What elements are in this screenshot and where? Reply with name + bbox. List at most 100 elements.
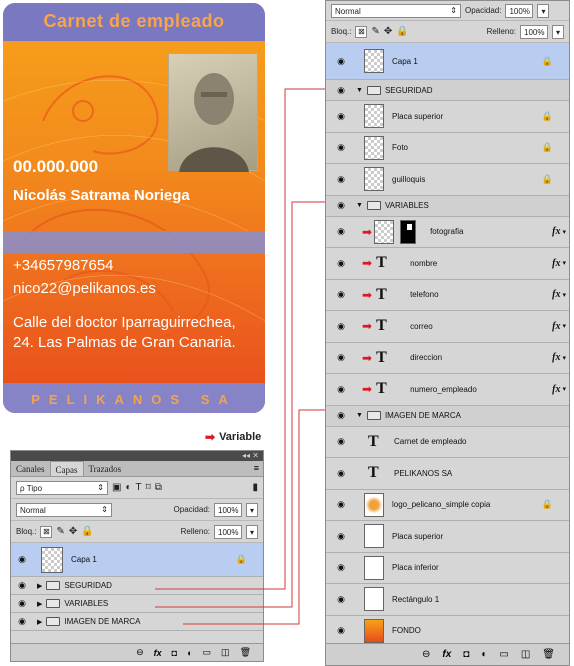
link-layers-icon[interactable]: ⊖: [422, 649, 430, 660]
opacity-input[interactable]: 100%: [214, 502, 242, 517]
tab-paths[interactable]: Trazados: [84, 461, 127, 476]
add-mask-icon[interactable]: ◘: [172, 648, 177, 658]
trash-icon[interactable]: 🗑: [240, 647, 251, 658]
layer-row[interactable]: ◉ T PELIKANOS SA: [326, 458, 569, 490]
visibility-eye-icon[interactable]: ◉: [326, 85, 356, 96]
visibility-eye-icon[interactable]: ◉: [326, 436, 356, 447]
visibility-eye-icon[interactable]: ◉: [11, 616, 33, 627]
add-mask-icon[interactable]: ◘: [463, 649, 469, 660]
layer-row[interactable]: ◉ ➡ T correo fx ▾: [326, 311, 569, 343]
fill-input[interactable]: 100%: [520, 24, 548, 39]
visibility-eye-icon[interactable]: ◉: [11, 598, 33, 609]
group-row[interactable]: ◉ ▶ VARIABLES: [11, 595, 263, 613]
visibility-eye-icon[interactable]: ◉: [326, 226, 356, 237]
filter-dropdown[interactable]: ρ Tipo ⇕: [16, 480, 108, 495]
layer-row[interactable]: ◉ ➡ fotografia fx ▾: [326, 217, 569, 248]
layer-row[interactable]: ◉ Capa 1 🔒: [11, 543, 263, 577]
fx-icon[interactable]: fx: [552, 352, 560, 363]
visibility-eye-icon[interactable]: ◉: [11, 554, 33, 565]
layer-row[interactable]: ◉ Placa superior: [326, 521, 569, 553]
visibility-eye-icon[interactable]: ◉: [326, 321, 356, 332]
layer-row[interactable]: ◉ Foto 🔒: [326, 133, 569, 164]
lock-move-icon[interactable]: ✥: [384, 26, 392, 37]
expand-triangle-icon[interactable]: ▶: [37, 600, 42, 608]
visibility-eye-icon[interactable]: ◉: [326, 111, 356, 122]
new-group-icon[interactable]: ▭: [499, 649, 508, 660]
visibility-eye-icon[interactable]: ◉: [326, 384, 356, 395]
tab-channels[interactable]: Canales: [11, 461, 50, 476]
fx-icon[interactable]: fx: [552, 258, 560, 269]
fill-input[interactable]: 100%: [214, 524, 242, 539]
visibility-eye-icon[interactable]: ◉: [326, 499, 356, 510]
group-row[interactable]: ◉ ▶ IMAGEN DE MARCA: [11, 613, 263, 631]
visibility-eye-icon[interactable]: ◉: [326, 625, 356, 636]
layer-row[interactable]: ◉ ➡ T telefono fx ▾: [326, 280, 569, 311]
type-filter-icon[interactable]: T: [136, 482, 142, 493]
layer-row[interactable]: ◉ Placa inferior: [326, 553, 569, 584]
visibility-eye-icon[interactable]: ◉: [326, 289, 356, 300]
fx-icon[interactable]: fx: [552, 321, 560, 332]
group-row[interactable]: ◉ ▼ IMAGEN DE MARCA: [326, 405, 569, 427]
lock-transparency-icon[interactable]: ⊠: [40, 525, 53, 538]
visibility-eye-icon[interactable]: ◉: [326, 531, 356, 542]
group-row[interactable]: ◉ ▶ SEGURIDAD: [11, 577, 263, 595]
opacity-dropdown-button[interactable]: ▾: [537, 3, 550, 18]
visibility-eye-icon[interactable]: ◉: [326, 410, 356, 421]
blend-mode-dropdown[interactable]: Normal ⇕: [331, 3, 461, 18]
trash-icon[interactable]: 🗑: [542, 649, 555, 660]
fx-caret-icon[interactable]: ▾: [562, 354, 566, 362]
layer-row[interactable]: ◉ ➡ T direccion fx ▾: [326, 343, 569, 374]
layer-row[interactable]: ◉ Placa superior 🔒: [326, 101, 569, 133]
fill-dropdown-button[interactable]: ▾: [246, 524, 258, 539]
new-layer-icon[interactable]: ◫: [521, 649, 530, 660]
layer-row[interactable]: ◉ Capa 1 🔒: [326, 43, 569, 80]
fx-icon[interactable]: fx: [552, 289, 560, 300]
lock-brush-icon[interactable]: ✎: [56, 526, 64, 537]
new-group-icon[interactable]: ▭: [203, 647, 212, 658]
layer-row[interactable]: ◉ ➡ T numero_empleado fx ▾: [326, 374, 569, 406]
visibility-eye-icon[interactable]: ◉: [326, 594, 356, 605]
fx-caret-icon[interactable]: ▾: [562, 291, 566, 299]
visibility-eye-icon[interactable]: ◉: [326, 258, 356, 269]
opacity-input[interactable]: 100%: [505, 3, 534, 18]
fx-icon[interactable]: fx: [552, 384, 560, 395]
group-row[interactable]: ◉ ▼ SEGURIDAD: [326, 80, 569, 101]
fx-caret-icon[interactable]: ▾: [562, 385, 566, 393]
filter-toggle-icon[interactable]: ▮: [252, 482, 258, 493]
lock-all-icon[interactable]: 🔒: [396, 26, 408, 37]
blend-mode-dropdown[interactable]: Normal ⇕: [16, 502, 112, 517]
fx-caret-icon[interactable]: ▾: [562, 322, 566, 330]
fx-icon[interactable]: fx: [552, 226, 560, 237]
fx-icon[interactable]: fx: [442, 649, 451, 660]
group-row[interactable]: ◉ ▼ VARIABLES: [326, 195, 569, 217]
collapse-triangle-icon[interactable]: ▼: [356, 87, 363, 94]
layer-row[interactable]: ◉ guilloquis 🔒: [326, 164, 569, 196]
layer-row[interactable]: ◉ ➡ T nombre fx ▾: [326, 248, 569, 280]
fx-icon[interactable]: fx: [154, 648, 162, 658]
tab-layers[interactable]: Capas: [49, 461, 84, 476]
visibility-eye-icon[interactable]: ◉: [326, 142, 356, 153]
visibility-eye-icon[interactable]: ◉: [326, 468, 356, 479]
layer-row[interactable]: ◉ logo_pelicano_simple copia 🔒: [326, 490, 569, 521]
lock-move-icon[interactable]: ✥: [69, 526, 77, 537]
layer-row[interactable]: ◉ T Carnet de empleado: [326, 427, 569, 458]
visibility-eye-icon[interactable]: ◉: [326, 562, 356, 573]
shape-filter-icon[interactable]: ⌑: [146, 482, 151, 493]
fx-caret-icon[interactable]: ▾: [562, 259, 566, 267]
expand-triangle-icon[interactable]: ▶: [37, 618, 42, 626]
panel-menu-icon[interactable]: ≡: [250, 461, 263, 476]
visibility-eye-icon[interactable]: ◉: [326, 56, 356, 67]
visibility-eye-icon[interactable]: ◉: [11, 580, 33, 591]
adjustment-layer-icon[interactable]: ◐: [187, 648, 192, 658]
adjustment-layer-icon[interactable]: ◐: [481, 649, 487, 660]
collapse-triangle-icon[interactable]: ▼: [356, 202, 363, 209]
link-layers-icon[interactable]: ⊖: [136, 647, 144, 658]
visibility-eye-icon[interactable]: ◉: [326, 174, 356, 185]
expand-triangle-icon[interactable]: ▶: [37, 582, 42, 590]
visibility-eye-icon[interactable]: ◉: [326, 352, 356, 363]
lock-brush-icon[interactable]: ✎: [371, 26, 379, 37]
fill-dropdown-button[interactable]: ▾: [552, 24, 564, 39]
smart-filter-icon[interactable]: ⧉: [155, 482, 162, 493]
opacity-dropdown-button[interactable]: ▾: [246, 502, 258, 517]
layer-row[interactable]: ◉ Rectángulo 1: [326, 584, 569, 616]
